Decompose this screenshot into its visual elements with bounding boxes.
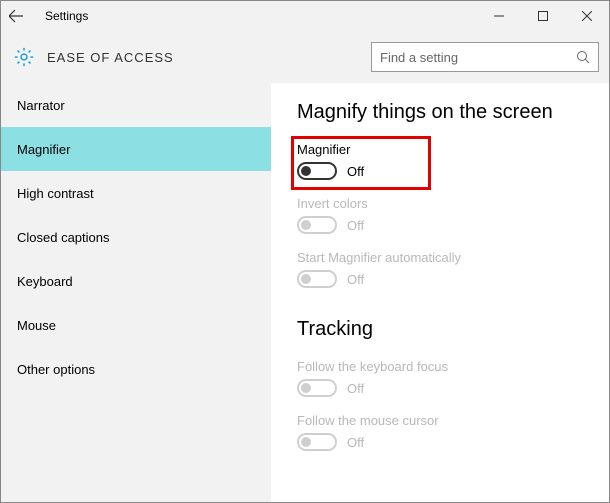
setting-label: Follow the keyboard focus <box>297 359 583 374</box>
toggle-knob <box>301 274 311 284</box>
gear-icon <box>13 46 35 68</box>
back-button[interactable] <box>1 1 31 31</box>
toggle-state: Off <box>347 164 364 179</box>
setting-start-auto: Start Magnifier automatically Off <box>297 250 583 288</box>
titlebar: Settings <box>1 1 609 31</box>
toggle-row: Off <box>297 433 583 451</box>
sidebar-item-label: Mouse <box>17 318 56 333</box>
search-input[interactable] <box>372 43 568 71</box>
toggle-knob <box>301 383 311 393</box>
setting-label: Magnifier <box>297 142 364 157</box>
setting-label: Invert colors <box>297 196 583 211</box>
maximize-button[interactable] <box>521 1 565 31</box>
toggle-knob <box>301 220 311 230</box>
sidebar: Narrator Magnifier High contrast Closed … <box>1 83 271 502</box>
main-panel: Magnify things on the screen Magnifier O… <box>271 83 609 502</box>
toggle-state: Off <box>347 435 364 450</box>
sidebar-item-mouse[interactable]: Mouse <box>1 303 271 347</box>
close-button[interactable] <box>565 1 609 31</box>
sidebar-item-label: High contrast <box>17 186 94 201</box>
setting-follow-mouse: Follow the mouse cursor Off <box>297 413 583 451</box>
sidebar-item-label: Magnifier <box>17 142 70 157</box>
sidebar-item-high-contrast[interactable]: High contrast <box>1 171 271 215</box>
sidebar-item-label: Other options <box>17 362 95 377</box>
toggle-row: Off <box>297 162 364 180</box>
start-auto-toggle <box>297 270 337 288</box>
window-controls <box>477 1 609 31</box>
sidebar-item-narrator[interactable]: Narrator <box>1 83 271 127</box>
toggle-state: Off <box>347 272 364 287</box>
toggle-state: Off <box>347 218 364 233</box>
search-box[interactable] <box>371 42 599 72</box>
page-title: EASE OF ACCESS <box>47 50 174 65</box>
minimize-button[interactable] <box>477 1 521 31</box>
toggle-knob <box>301 166 311 176</box>
toggle-row: Off <box>297 216 583 234</box>
sidebar-item-keyboard[interactable]: Keyboard <box>1 259 271 303</box>
search-icon <box>568 50 598 64</box>
follow-keyboard-toggle <box>297 379 337 397</box>
header: EASE OF ACCESS <box>1 31 609 83</box>
toggle-knob <box>301 437 311 447</box>
magnifier-toggle[interactable] <box>297 162 337 180</box>
sidebar-item-label: Closed captions <box>17 230 110 245</box>
setting-follow-keyboard: Follow the keyboard focus Off <box>297 359 583 397</box>
sidebar-item-magnifier[interactable]: Magnifier <box>1 127 271 171</box>
section-heading-magnify: Magnify things on the screen <box>297 101 583 124</box>
toggle-row: Off <box>297 379 583 397</box>
sidebar-item-other-options[interactable]: Other options <box>1 347 271 391</box>
setting-label: Start Magnifier automatically <box>297 250 583 265</box>
section-heading-tracking: Tracking <box>297 318 583 341</box>
sidebar-item-label: Keyboard <box>17 274 73 289</box>
setting-invert-colors: Invert colors Off <box>297 196 583 234</box>
toggle-state: Off <box>347 381 364 396</box>
setting-label: Follow the mouse cursor <box>297 413 583 428</box>
setting-magnifier: Magnifier Off <box>297 142 364 180</box>
sidebar-item-label: Narrator <box>17 98 65 113</box>
window-title: Settings <box>45 9 88 23</box>
content: Narrator Magnifier High contrast Closed … <box>1 83 609 502</box>
follow-mouse-toggle <box>297 433 337 451</box>
toggle-row: Off <box>297 270 583 288</box>
sidebar-item-closed-captions[interactable]: Closed captions <box>1 215 271 259</box>
invert-colors-toggle <box>297 216 337 234</box>
